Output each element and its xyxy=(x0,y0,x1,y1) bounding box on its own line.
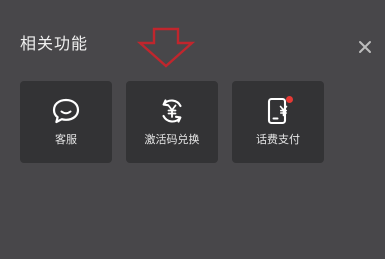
feature-tiles: 客服 激活码兑换 话费支付 xyxy=(20,81,324,163)
tile-activation-code-redeem[interactable]: 激活码兑换 xyxy=(126,81,218,163)
down-arrow-outline-icon xyxy=(136,27,196,68)
tile-label: 激活码兑换 xyxy=(144,133,200,146)
yen-exchange-icon xyxy=(162,99,182,123)
close-button[interactable] xyxy=(354,36,376,58)
phone-yen-icon xyxy=(267,96,293,125)
tile-customer-service[interactable]: 客服 xyxy=(20,81,112,163)
related-functions-panel: 相关功能 客服 激活码兑换 话费支付 xyxy=(0,0,385,259)
notification-badge xyxy=(286,96,293,103)
tile-phone-bill-payment[interactable]: 话费支付 xyxy=(232,81,324,163)
tile-label: 客服 xyxy=(55,133,77,146)
panel-title: 相关功能 xyxy=(20,34,89,53)
close-icon xyxy=(359,41,371,53)
chat-bubble-icon xyxy=(52,98,80,124)
tile-label: 话费支付 xyxy=(256,133,300,146)
